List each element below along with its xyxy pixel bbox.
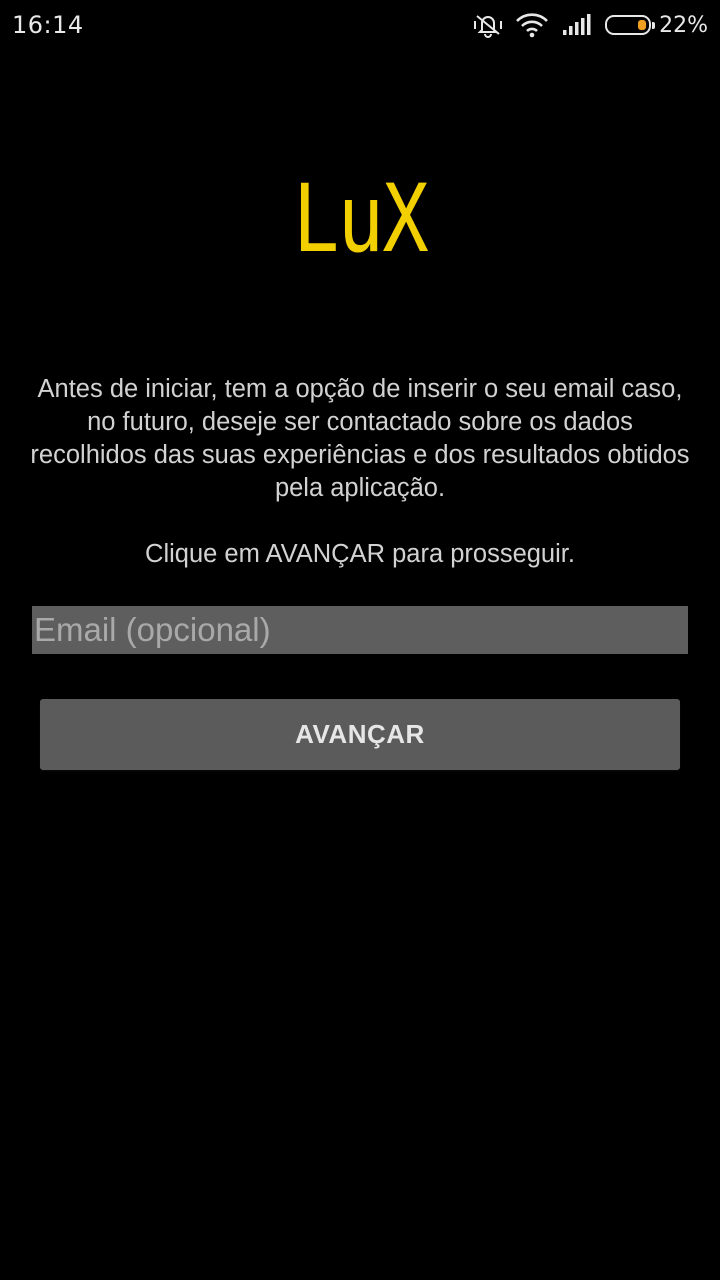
battery-icon bbox=[605, 15, 656, 35]
advance-button[interactable]: AVANÇAR bbox=[40, 699, 680, 770]
intro-text: Antes de iniciar, tem a opção de inserir… bbox=[30, 375, 690, 502]
wifi-icon bbox=[515, 12, 549, 38]
battery-fill bbox=[638, 20, 647, 30]
status-time: 16:14 bbox=[12, 11, 84, 39]
email-field[interactable] bbox=[32, 606, 688, 654]
status-bar: 16:14 22% bbox=[0, 0, 720, 50]
app-logo: LuX bbox=[292, 165, 429, 274]
cellular-signal-icon bbox=[561, 13, 593, 37]
status-icons: 22% bbox=[473, 12, 708, 38]
mute-vibrate-icon bbox=[473, 12, 503, 38]
battery-percent: 22% bbox=[659, 12, 708, 38]
instruction-text: Clique em AVANÇAR para prosseguir. bbox=[145, 540, 575, 568]
battery-indicator: 22% bbox=[605, 13, 708, 38]
